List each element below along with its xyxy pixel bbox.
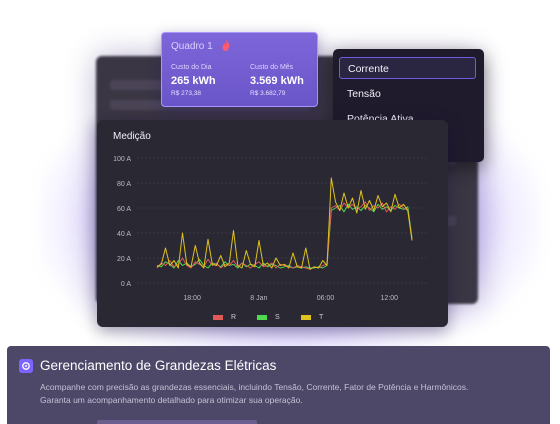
x-tick-label: 8 Jan <box>250 295 267 302</box>
y-tick-label: 40 A <box>117 231 131 238</box>
legend-label-r: R <box>231 314 237 321</box>
y-tick-label: 20 A <box>117 256 131 263</box>
series-line-t <box>156 177 413 270</box>
cost-month-group: Custo do Mês 3.569 kWh R$ 3.682,79 <box>250 64 304 97</box>
feature-banner: Gerenciamento de Grandezas Elétricas Aco… <box>7 346 550 424</box>
cost-day-group: Custo do Dia 265 kWh R$ 273,38 <box>171 64 216 97</box>
legend-swatch-r <box>213 314 223 320</box>
line-chart: 0 A 20 A 40 A 60 A 80 A 100 A 18:00 8 Jan 06:00 1… <box>113 156 427 302</box>
banner-title: Gerenciamento de Grandezas Elétricas <box>40 358 277 373</box>
banner-scroll-indicator <box>97 420 257 424</box>
flame-icon <box>222 39 230 51</box>
legend-swatch-s <box>257 314 267 320</box>
banner-desc-line1: Acompanhe com precisão as grandezas esse… <box>40 382 469 392</box>
y-tick-label: 80 A <box>117 181 131 188</box>
cost-day-value: 265 kWh <box>171 75 216 87</box>
y-tick-label: 100 A <box>113 156 131 163</box>
measurement-chart-card: Medição 0 A 20 A 40 A 60 A 80 A 100 A 18:00 8 J… <box>97 120 448 327</box>
quadro-cost-card[interactable]: Quadro 1 Custo do Dia 265 kWh R$ 273,38 … <box>161 32 318 107</box>
dropdown-option-corrente[interactable]: Corrente <box>339 57 476 79</box>
gear-icon <box>19 359 33 373</box>
quadro-title: Quadro 1 <box>171 41 213 52</box>
legend-swatch-t <box>301 314 311 320</box>
dropdown-option-tensao[interactable]: Tensão <box>339 83 476 105</box>
legend-item-t[interactable]: T <box>301 314 323 321</box>
banner-description: Acompanhe com precisão as grandezas esse… <box>40 381 540 407</box>
series-line-s <box>156 203 413 269</box>
y-tick-label: 60 A <box>117 206 131 213</box>
cost-day-money: R$ 273,38 <box>171 90 201 97</box>
banner-desc-line2: Garanta um acompanhamento detalhado para… <box>40 395 303 405</box>
x-tick-label: 12:00 <box>381 295 399 302</box>
cost-day-label: Custo do Dia <box>171 64 212 71</box>
cost-month-money: R$ 3.682,79 <box>250 90 286 97</box>
cost-month-value: 3.569 kWh <box>250 75 304 87</box>
legend-label-t: T <box>319 314 324 321</box>
legend-item-r[interactable]: R <box>213 314 236 321</box>
legend-label-s: S <box>275 314 280 321</box>
x-tick-label: 06:00 <box>317 295 335 302</box>
y-tick-label: 0 A <box>121 281 131 288</box>
cost-month-label: Custo do Mês <box>250 64 294 71</box>
x-tick-label: 18:00 <box>183 295 201 302</box>
legend-item-s[interactable]: S <box>257 314 280 321</box>
